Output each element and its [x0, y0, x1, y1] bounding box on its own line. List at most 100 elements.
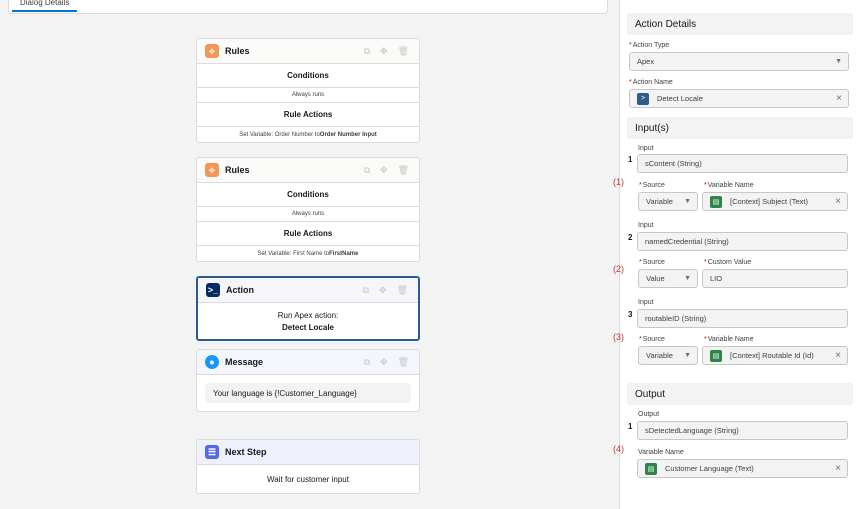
action-details-heading: Action Details — [627, 13, 853, 35]
action-name: Detect Locale — [281, 323, 335, 332]
action-type-label: *Action Type — [629, 42, 669, 49]
output-name-field: sDetectedLanguage (String) — [637, 421, 848, 440]
input-number: 3 — [628, 310, 633, 319]
select-value: Value — [646, 274, 665, 283]
copy-icon[interactable]: ⧉ — [364, 357, 370, 368]
label-text: Source — [642, 182, 665, 189]
trash-icon[interactable]: 🗑 — [397, 285, 408, 296]
select-value: Apex — [637, 57, 655, 66]
move-icon[interactable]: ✥ — [379, 285, 387, 296]
output-number: 1 — [628, 422, 633, 431]
clear-icon[interactable]: × — [835, 196, 841, 207]
variable-icon: ▤ — [710, 349, 722, 362]
output-variable-label: Variable Name — [638, 449, 684, 456]
chevron-down-icon: ▼ — [835, 58, 842, 65]
move-icon[interactable]: ✥ — [380, 357, 388, 368]
variable-icon: ▤ — [710, 195, 722, 208]
conditions-heading: Conditions — [197, 64, 419, 88]
required-mark: * — [639, 259, 642, 266]
card-title: Action — [226, 285, 254, 295]
label-text: Action Type — [632, 42, 670, 49]
source-select[interactable]: Variable ▼ — [638, 192, 698, 211]
source-label: *Source — [639, 259, 665, 266]
trash-icon[interactable]: 🗑 — [398, 357, 409, 368]
label-text: Source — [642, 336, 665, 343]
inputs-heading: Input(s) — [627, 117, 853, 139]
select-value: Variable — [646, 351, 673, 360]
annotation-marker: (3) — [613, 332, 624, 342]
required-mark: * — [704, 182, 707, 189]
label-text: Variable Name — [707, 182, 754, 189]
set-variable-text: Set Variable: Order Number to Order Numb… — [197, 127, 419, 142]
rules-card[interactable]: ⟡ Rules ⧉ ✥ 🗑 Conditions Always runs Rul… — [196, 38, 420, 143]
next-step-icon: ☰ — [205, 445, 219, 459]
lookup-value: [Context] Subject (Text) — [730, 197, 808, 206]
chevron-down-icon: ▼ — [684, 275, 691, 282]
input-label: Input — [638, 222, 654, 229]
card-title: Rules — [225, 46, 250, 56]
rule-actions-heading: Rule Actions — [197, 222, 419, 246]
required-mark: * — [639, 182, 642, 189]
input-label: Input — [638, 145, 654, 152]
card-title: Next Step — [225, 447, 267, 457]
set-variable-text: Set Variable: First Name to FirstName — [197, 246, 419, 261]
variable-name-label: *Variable Name — [704, 336, 754, 343]
message-card[interactable]: ● Message ⧉ ✥ 🗑 Your language is {!Custo… — [196, 349, 420, 412]
label-text: Variable Name — [707, 336, 754, 343]
message-icon: ● — [205, 355, 219, 369]
variable-name-lookup[interactable]: ▤ [Context] Subject (Text) × — [702, 192, 848, 211]
rule-actions-heading: Rule Actions — [197, 103, 419, 127]
clear-icon[interactable]: × — [835, 350, 841, 361]
annotation-marker: (2) — [613, 264, 624, 274]
copy-icon[interactable]: ⧉ — [364, 46, 370, 57]
rules-icon: ⟡ — [205, 163, 219, 177]
label-text: Custom Value — [707, 259, 752, 266]
action-type-select[interactable]: Apex ▼ — [629, 52, 849, 71]
clear-icon[interactable]: × — [835, 463, 841, 474]
tab-dialog-details[interactable]: Dialog Details — [12, 0, 78, 12]
flow-canvas: Dialog Details ⟡ Rules ⧉ ✥ 🗑 Conditions … — [0, 0, 619, 509]
required-mark: * — [704, 336, 707, 343]
source-label: *Source — [639, 182, 665, 189]
action-card[interactable]: >_ Action ⧉ ✥ 🗑 Run Apex action: Detect … — [196, 276, 420, 341]
variable-name-lookup[interactable]: ▤ [Context] Routable Id (Id) × — [702, 346, 848, 365]
card-header: >_ Action ⧉ ✥ 🗑 — [198, 278, 418, 303]
conditions-heading: Conditions — [197, 183, 419, 207]
variable-icon: ▤ — [645, 462, 657, 475]
apex-action-icon: >_ — [206, 283, 220, 297]
rules-icon: ⟡ — [205, 44, 219, 58]
required-mark: * — [639, 336, 642, 343]
label-text: Action Name — [632, 79, 673, 86]
lookup-value: Customer Language (Text) — [665, 464, 754, 473]
rules-card[interactable]: ⟡ Rules ⧉ ✥ 🗑 Conditions Always runs Rul… — [196, 157, 420, 262]
required-mark: * — [629, 79, 632, 86]
output-variable-lookup[interactable]: ▤ Customer Language (Text) × — [637, 459, 848, 478]
card-title: Rules — [225, 165, 250, 175]
card-header: ⟡ Rules ⧉ ✥ 🗑 — [197, 158, 419, 183]
custom-value-input[interactable]: LIO — [702, 269, 848, 288]
move-icon[interactable]: ✥ — [380, 46, 388, 57]
source-select[interactable]: Value ▼ — [638, 269, 698, 288]
next-step-card[interactable]: ☰ Next Step Wait for customer input — [196, 439, 420, 494]
copy-icon[interactable]: ⧉ — [363, 285, 369, 296]
clear-icon[interactable]: × — [836, 93, 842, 104]
action-description: Run Apex action: — [277, 311, 339, 320]
custom-value-label: *Custom Value — [704, 259, 751, 266]
next-step-text: Wait for customer input — [267, 474, 349, 484]
action-name-lookup[interactable]: > Detect Locale × — [629, 89, 849, 108]
input-name-field: routableID (String) — [637, 309, 848, 328]
move-icon[interactable]: ✥ — [380, 165, 388, 176]
card-header: ☰ Next Step — [197, 440, 419, 465]
output-label: Output — [638, 411, 660, 418]
source-select[interactable]: Variable ▼ — [638, 346, 698, 365]
trash-icon[interactable]: 🗑 — [398, 165, 409, 176]
chevron-down-icon: ▼ — [684, 352, 691, 359]
card-header: ⟡ Rules ⧉ ✥ 🗑 — [197, 39, 419, 64]
input-name-field: sContent (String) — [637, 154, 848, 173]
set-variable-prefix: Set Variable: First Name to — [257, 250, 330, 257]
input-number: 1 — [628, 155, 633, 164]
dialog-header-bar — [8, 0, 608, 14]
annotation-marker: (4) — [613, 444, 624, 454]
copy-icon[interactable]: ⧉ — [364, 165, 370, 176]
trash-icon[interactable]: 🗑 — [398, 46, 409, 57]
